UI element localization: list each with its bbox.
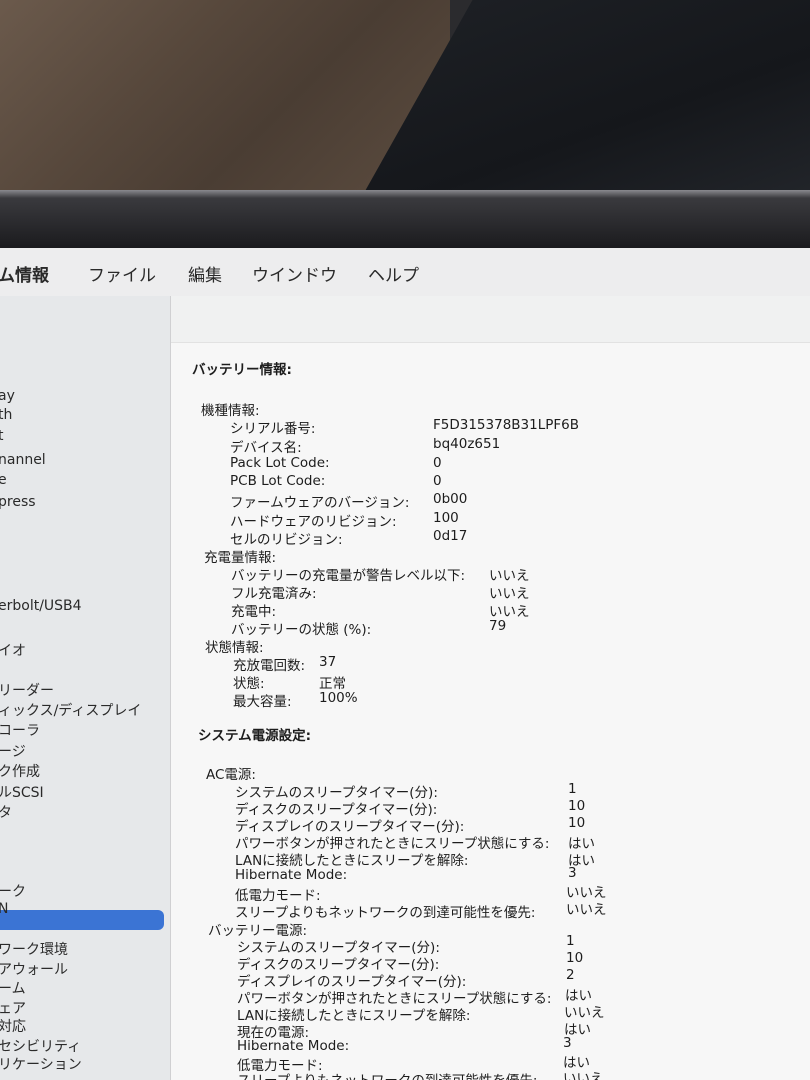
sidebar-item[interactable]: ルSCSI (0, 782, 44, 802)
sidebar-item[interactable]: ク作成 (0, 761, 40, 781)
sidebar-item[interactable]: t (0, 428, 4, 444)
bat-hibernate-value: 3 (563, 1035, 572, 1051)
ac-hibernate-label: Hibernate Mode: (235, 867, 348, 883)
condition-label: 状態: (233, 676, 265, 692)
pcb-lot-label: PCB Lot Code: (230, 473, 326, 489)
bat-disk-sleep-value: 10 (566, 950, 584, 966)
system-information-window: ム情報 ファイル 編集 ウインドウ ヘルプ ay th t nannel e p… (0, 248, 810, 1080)
menu-edit[interactable]: 編集 (188, 261, 222, 286)
sidebar-item[interactable]: ェア (0, 998, 26, 1018)
sidebar-item[interactable]: ワーク環境 (0, 939, 68, 959)
status-info-header: 状態情報: (205, 640, 264, 656)
full-charge-value: いいえ (489, 586, 530, 602)
charging-label: 充電中: (231, 604, 277, 620)
sidebar-item[interactable]: ージ (0, 741, 26, 761)
sidebar-item[interactable]: nannel (0, 452, 46, 468)
max-capacity-value: 100% (319, 690, 358, 706)
ac-power-header: AC電源: (206, 767, 256, 783)
bat-network-priority-value: いいえ (563, 1071, 604, 1080)
sidebar-item[interactable]: th (0, 407, 12, 423)
ac-hibernate-value: 3 (568, 865, 577, 881)
low-charge-value: いいえ (489, 568, 530, 584)
photo-background (0, 0, 810, 200)
serial-value: F5D315378B31LPF6B (433, 417, 580, 433)
sidebar-item[interactable]: ay (0, 388, 15, 404)
low-charge-label: バッテリーの充電量が警告レベル以下: (231, 568, 466, 584)
firmware-value: 0b00 (433, 491, 468, 507)
sidebar-selected-item[interactable] (0, 910, 164, 930)
sidebar-item[interactable]: 対応 (0, 1016, 26, 1036)
menu-help[interactable]: ヘルプ (368, 261, 419, 286)
detail-header (171, 296, 810, 343)
ac-sys-sleep-value: 1 (568, 781, 577, 797)
bat-hibernate-label: Hibernate Mode: (237, 1038, 350, 1054)
condition-value: 正常 (319, 676, 346, 692)
battery-state-value: 79 (489, 618, 507, 634)
sidebar-item[interactable]: press (0, 494, 36, 510)
cell-label: セルのリビジョン: (230, 532, 343, 548)
sidebar-item[interactable]: セシビリティ (0, 1036, 81, 1056)
sidebar-item[interactable]: タ (0, 802, 12, 822)
pcb-lot-value: 0 (433, 473, 442, 489)
max-capacity-label: 最大容量: (233, 694, 292, 710)
bat-sys-sleep-value: 1 (566, 933, 575, 949)
sidebar-item[interactable]: ーク (0, 881, 26, 901)
sidebar: ay th t nannel e press erbolt/USB4 イオ リー… (0, 296, 171, 1080)
menu-file[interactable]: ファイル (88, 261, 156, 286)
pack-lot-value: 0 (433, 455, 442, 471)
serial-label: シリアル番号: (230, 421, 316, 437)
device-label: デバイス名: (230, 440, 302, 456)
hardware-value: 100 (433, 510, 459, 526)
sidebar-item[interactable]: e (0, 472, 7, 488)
pack-lot-label: Pack Lot Code: (230, 455, 330, 471)
battery-state-label: バッテリーの状態 (%): (231, 622, 372, 638)
sidebar-item[interactable]: アウォール (0, 959, 68, 979)
charge-info-header: 充電量情報: (204, 550, 277, 566)
power-settings-title: システム電源設定: (198, 728, 311, 744)
sidebar-item[interactable]: コーラ (0, 720, 40, 740)
ac-disk-sleep-value: 10 (568, 798, 586, 814)
sidebar-item[interactable]: ーム (0, 978, 26, 998)
sidebar-item[interactable]: ィックス/ディスプレイ (0, 700, 141, 720)
sidebar-item[interactable]: erbolt/USB4 (0, 598, 82, 614)
ac-network-priority-label: スリープよりもネットワークの到達可能性を優先: (235, 905, 536, 921)
menu-bar: ム情報 ファイル 編集 ウインドウ ヘルプ (0, 248, 810, 296)
sidebar-item[interactable]: N (0, 901, 8, 917)
menu-window[interactable]: ウインドウ (252, 261, 337, 286)
firmware-label: ファームウェアのバージョン: (230, 495, 410, 511)
device-value: bq40z651 (433, 436, 501, 452)
model-info-header: 機種情報: (201, 403, 260, 419)
bat-network-priority-label: スリープよりもネットワークの到達可能性を優先: (237, 1069, 537, 1080)
sidebar-item[interactable]: リケーション (0, 1054, 82, 1074)
ac-display-sleep-value: 10 (568, 815, 586, 831)
ac-lan-wake-label: LANに接続したときにスリープを解除: (235, 853, 469, 869)
hardware-label: ハードウェアのリビジョン: (230, 514, 397, 530)
cell-value: 0d17 (433, 528, 468, 544)
cycle-count-value: 37 (319, 654, 337, 670)
laptop-bezel (0, 190, 810, 248)
sidebar-item[interactable]: リーダー (0, 680, 54, 700)
cycle-count-label: 充放電回数: (233, 658, 306, 674)
ac-network-priority-value: いいえ (566, 902, 607, 918)
sidebar-item[interactable]: イオ (0, 640, 26, 660)
charging-value: いいえ (489, 604, 530, 620)
menu-app-name[interactable]: ム情報 (0, 261, 49, 286)
detail-pane: バッテリー情報: 機種情報: シリアル番号: F5D315378B31LPF6B… (171, 296, 810, 1080)
full-charge-label: フル充電済み: (231, 586, 317, 602)
bat-display-sleep-value: 2 (566, 967, 575, 983)
battery-info-title: バッテリー情報: (192, 362, 292, 378)
